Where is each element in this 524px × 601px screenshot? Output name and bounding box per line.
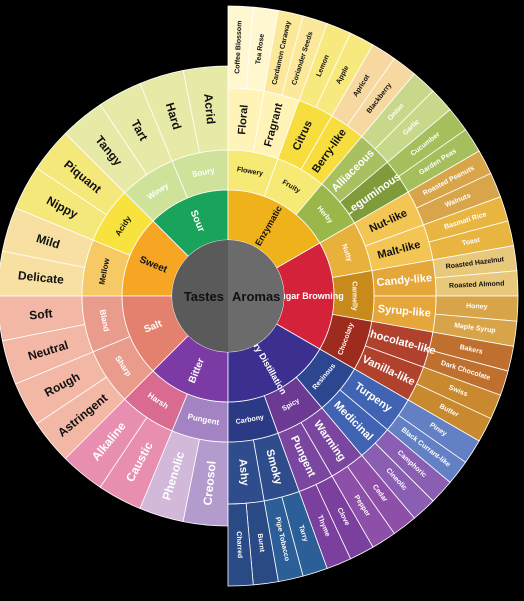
aromas-tier4-label-charred: Charred: [235, 531, 243, 558]
flavor-wheel-svg: AcridHardTartTangyPiquantNippyMildDelica…: [0, 5, 519, 587]
center-disc: Tastes Aromas: [172, 240, 284, 352]
flavor-wheel: Acrid Hard Tart Tangy Piquant Nippy Mild Delica…: [0, 0, 524, 601]
aromas-tier3-label-ashy: Ashy: [236, 458, 250, 487]
tastes-tier3-label-acrid: Acrid: [201, 93, 218, 125]
tastes-tier3-label-soft: Soft: [29, 306, 54, 322]
tastes-center-label: Tastes: [184, 289, 224, 304]
aromas-tier4-label-honey: Honey: [466, 303, 488, 311]
aromas-tier1-label-sugar-browning: Sugar Browning: [274, 291, 344, 301]
aromas-tier2-label-carmelly: Carmelly: [351, 281, 358, 311]
aromas-center-label: Aromas: [232, 289, 280, 304]
